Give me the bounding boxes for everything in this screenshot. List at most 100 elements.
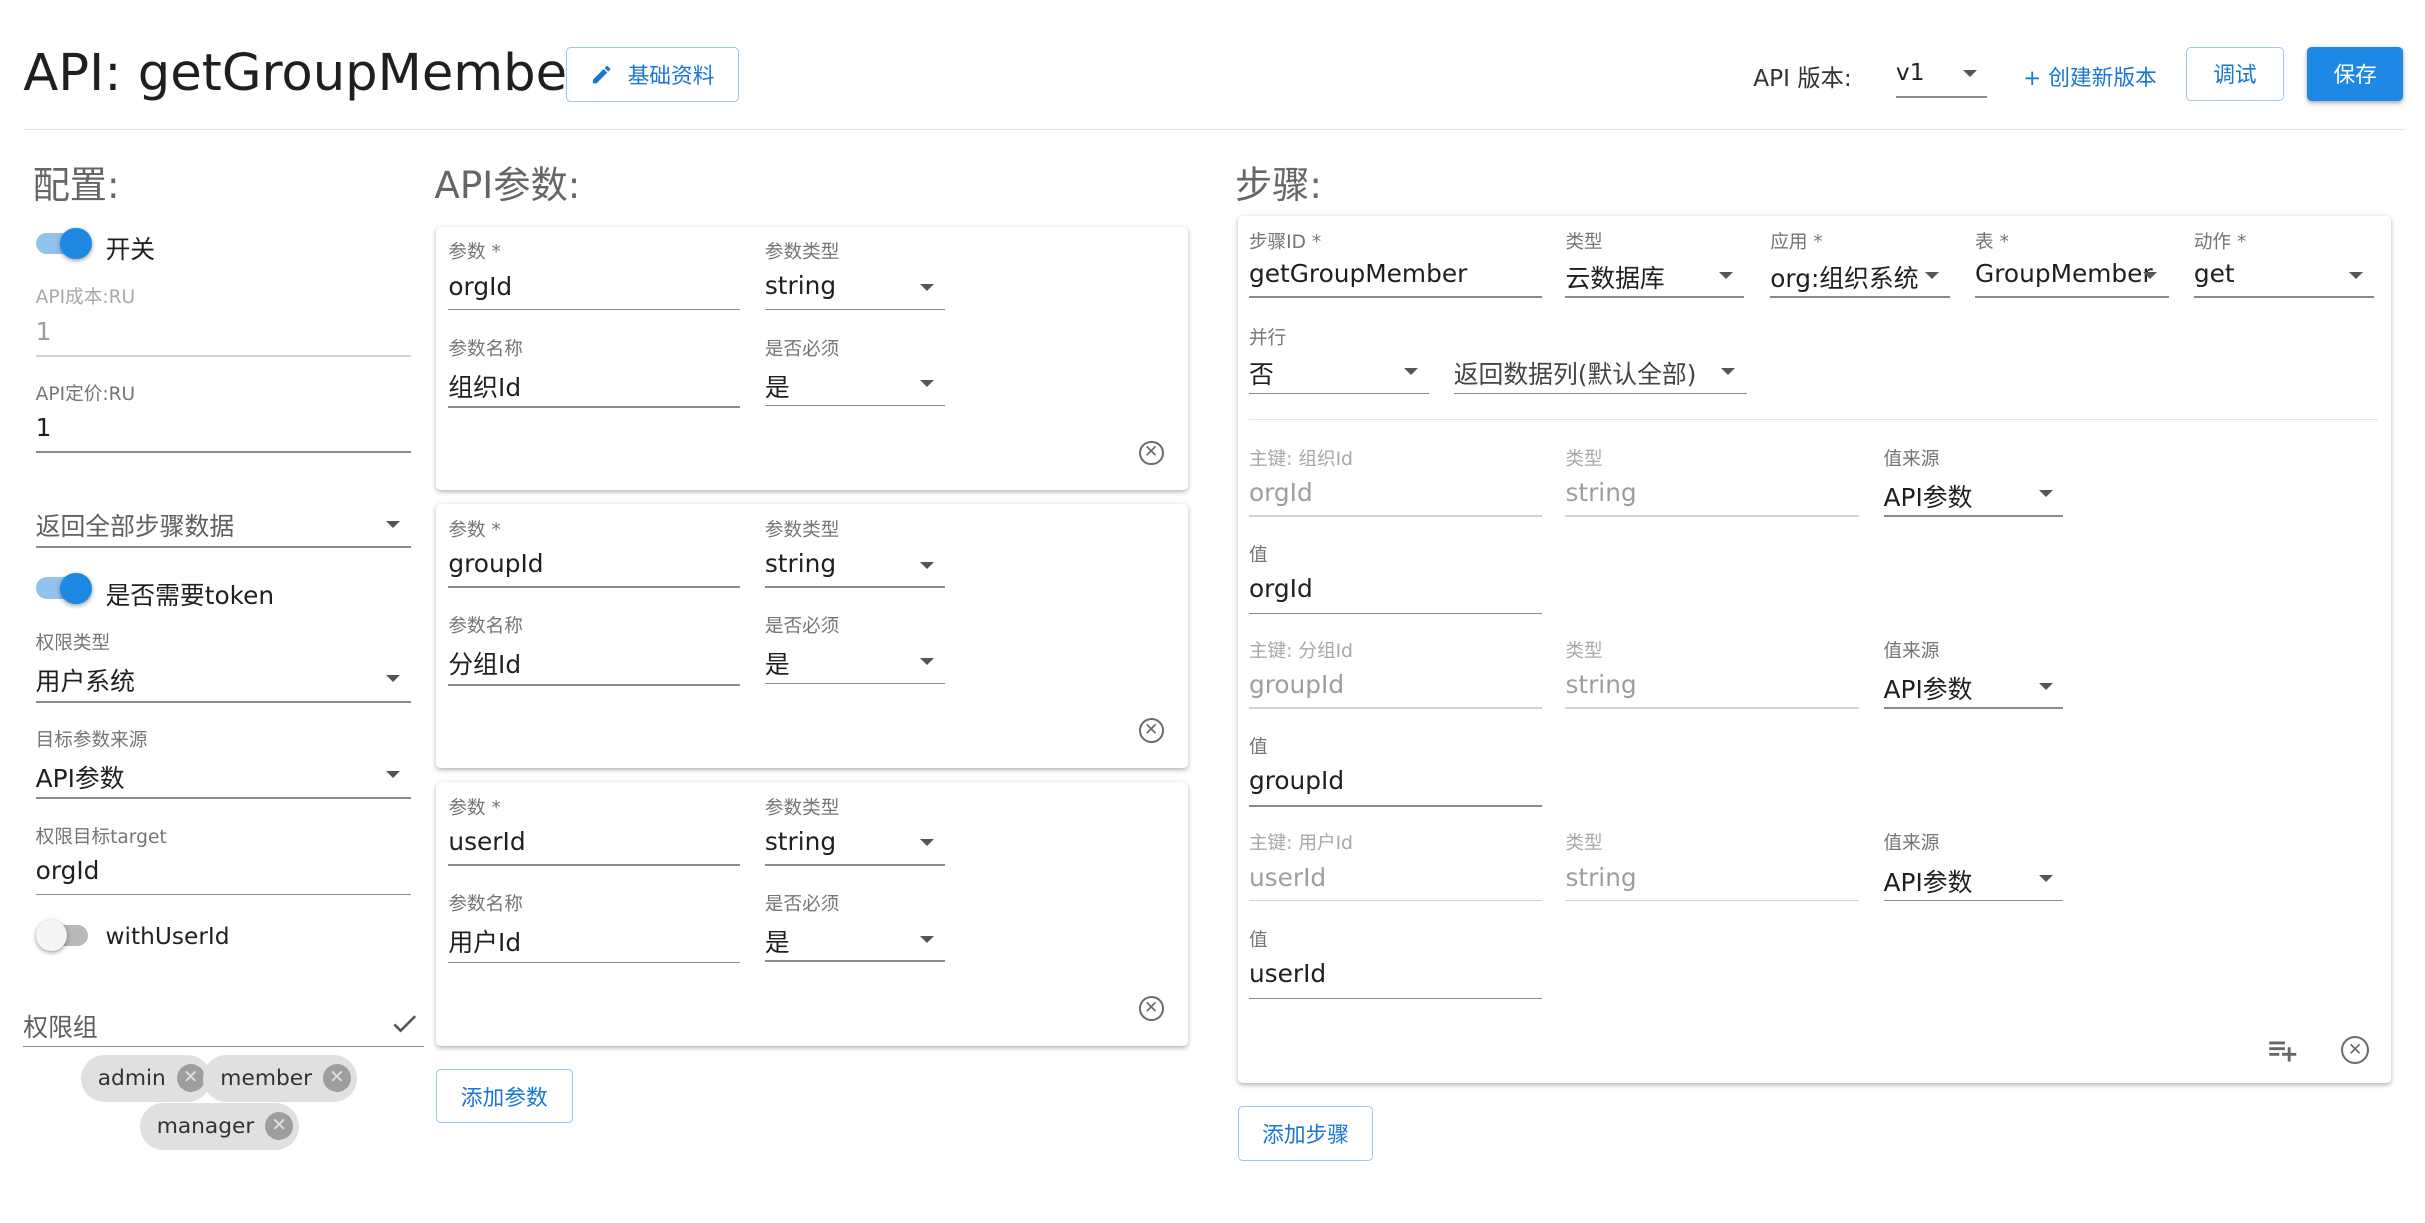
close-icon[interactable]: ✕ <box>322 1064 351 1093</box>
param-type-select[interactable]: string <box>764 545 945 588</box>
chip-label: admin <box>97 1065 166 1091</box>
perm-group-chip[interactable]: member ✕ <box>203 1055 358 1102</box>
version-select[interactable]: v1 <box>1895 47 1988 98</box>
step-divider <box>1248 418 2379 421</box>
value-label: 值 <box>1248 544 1268 566</box>
perm-group-chip[interactable]: admin ✕ <box>80 1055 211 1102</box>
parallel-label: 并行 <box>1248 327 1287 349</box>
with-user-id-switch[interactable] <box>35 920 98 954</box>
perm-type-label: 权限类型 <box>35 633 111 655</box>
key-type-label: 类型 <box>1565 641 1603 663</box>
param-input[interactable]: groupId <box>448 549 543 578</box>
remove-param-icon[interactable]: ✕ <box>1138 440 1164 466</box>
close-icon[interactable]: ✕ <box>176 1064 205 1093</box>
param-type-label: 参数类型 <box>764 520 840 542</box>
value-source-value: API参数 <box>1883 867 1973 897</box>
debug-label: 调试 <box>2213 63 2257 89</box>
remove-param-icon[interactable]: ✕ <box>1138 718 1164 744</box>
chevron-down-icon <box>1720 367 1735 375</box>
return-columns-select[interactable]: 返回数据列(默认全部) <box>1453 351 1747 395</box>
chevron-down-icon <box>1719 271 1734 279</box>
chevron-down-icon <box>920 839 935 846</box>
add-step-button[interactable]: 添加步骤 <box>1238 1106 1374 1161</box>
add-step-label: 添加步骤 <box>1262 1122 1350 1148</box>
chip-label: manager <box>156 1113 255 1139</box>
key-type-value: string <box>1565 670 1637 700</box>
param-type-select[interactable]: string <box>764 267 945 311</box>
perm-target-input[interactable]: orgId <box>36 856 100 885</box>
params-heading: API参数: <box>434 163 581 208</box>
table-select[interactable]: GroupMember <box>1975 254 2169 298</box>
return-steps-select[interactable]: 返回全部步骤数据 <box>35 500 412 548</box>
required-select[interactable]: 是 <box>764 918 945 962</box>
api-price-input[interactable]: 1 <box>36 413 52 442</box>
app-select[interactable]: org:组织系统 <box>1770 254 1951 298</box>
value-source-select[interactable]: API参数 <box>1883 858 2064 902</box>
header-divider <box>23 128 2405 131</box>
key-value: userId <box>1248 862 1327 892</box>
create-version-link[interactable]: + 创建新版本 <box>2023 61 2157 92</box>
param-type-label: 参数类型 <box>764 797 840 819</box>
remove-step-icon[interactable]: ✕ <box>2341 1036 2370 1065</box>
value-source-value: API参数 <box>1883 675 1973 705</box>
value-label: 值 <box>1248 737 1268 759</box>
parallel-value: 否 <box>1248 360 1274 390</box>
param-card: 参数 * orgId 参数类型 string 参数名称 组织Id 是否必须 是 … <box>435 226 1189 491</box>
required-label: 是否必须 <box>764 894 840 915</box>
chevron-down-icon <box>920 657 935 665</box>
basic-info-button[interactable]: 基础资料 <box>566 46 739 103</box>
value-source-select[interactable]: API参数 <box>1883 666 2064 709</box>
value-input[interactable]: orgId <box>1249 574 1313 603</box>
param-name-input[interactable]: 分组Id <box>448 645 521 681</box>
chevron-down-icon <box>920 380 935 387</box>
param-name-input[interactable]: 组织Id <box>448 368 521 404</box>
target-source-label: 目标参数来源 <box>35 729 148 751</box>
key-label: 主键: 用户Id <box>1248 833 1353 855</box>
step-type-label: 类型 <box>1565 231 1603 253</box>
step-id-input[interactable]: getGroupMember <box>1249 259 1467 288</box>
token-switch[interactable] <box>35 572 98 607</box>
step-type-select[interactable]: 云数据库 <box>1565 254 1744 298</box>
target-source-select[interactable]: API参数 <box>35 754 412 799</box>
key-type-value: string <box>1565 477 1637 507</box>
parallel-select[interactable]: 否 <box>1248 351 1429 395</box>
check-icon[interactable] <box>389 1008 420 1039</box>
config-heading: 配置: <box>32 163 120 208</box>
app-value: org:组织系统 <box>1770 264 1919 294</box>
perm-type-select[interactable]: 用户系统 <box>35 658 412 703</box>
chevron-down-icon <box>2142 271 2157 279</box>
save-button[interactable]: 保存 <box>2307 46 2404 101</box>
perm-type-value: 用户系统 <box>35 667 135 697</box>
steps-heading: 步骤: <box>1234 163 1322 208</box>
param-name-input[interactable]: 用户Id <box>448 923 521 959</box>
value-source-select[interactable]: API参数 <box>1883 473 2064 517</box>
remove-param-icon[interactable]: ✕ <box>1138 996 1164 1021</box>
debug-button[interactable]: 调试 <box>2186 46 2284 101</box>
add-param-button[interactable]: 添加参数 <box>435 1068 573 1124</box>
required-select[interactable]: 是 <box>764 363 945 407</box>
version-label: API 版本: <box>1753 64 1852 92</box>
basic-info-label: 基础资料 <box>627 63 715 89</box>
step-card: 步骤ID * getGroupMember 类型 云数据库 应用 * org:组… <box>1238 215 2391 1083</box>
playlist-add-icon[interactable] <box>2265 1033 2299 1067</box>
key-label: 主键: 组织Id <box>1248 448 1353 470</box>
param-name-label: 参数名称 <box>448 616 523 638</box>
value-label: 值 <box>1248 929 1268 951</box>
param-input[interactable]: userId <box>448 827 525 856</box>
param-input[interactable]: orgId <box>448 272 512 301</box>
step-type-value: 云数据库 <box>1565 264 1665 294</box>
action-select[interactable]: get <box>2193 254 2374 298</box>
value-input[interactable]: groupId <box>1249 766 1344 795</box>
required-value: 是 <box>764 928 790 958</box>
chevron-down-icon <box>2038 490 2053 497</box>
param-label: 参数 * <box>448 242 501 264</box>
perm-group-chip[interactable]: manager ✕ <box>139 1103 300 1150</box>
param-type-select[interactable]: string <box>764 822 945 866</box>
required-select[interactable]: 是 <box>764 641 945 685</box>
key-label: 主键: 分组Id <box>1248 641 1353 663</box>
return-columns-value: 返回数据列(默认全部) <box>1453 360 1697 390</box>
chevron-down-icon <box>920 561 935 569</box>
value-input[interactable]: userId <box>1249 959 1326 988</box>
return-steps-value: 返回全部步骤数据 <box>35 512 235 542</box>
close-icon[interactable]: ✕ <box>265 1112 294 1141</box>
